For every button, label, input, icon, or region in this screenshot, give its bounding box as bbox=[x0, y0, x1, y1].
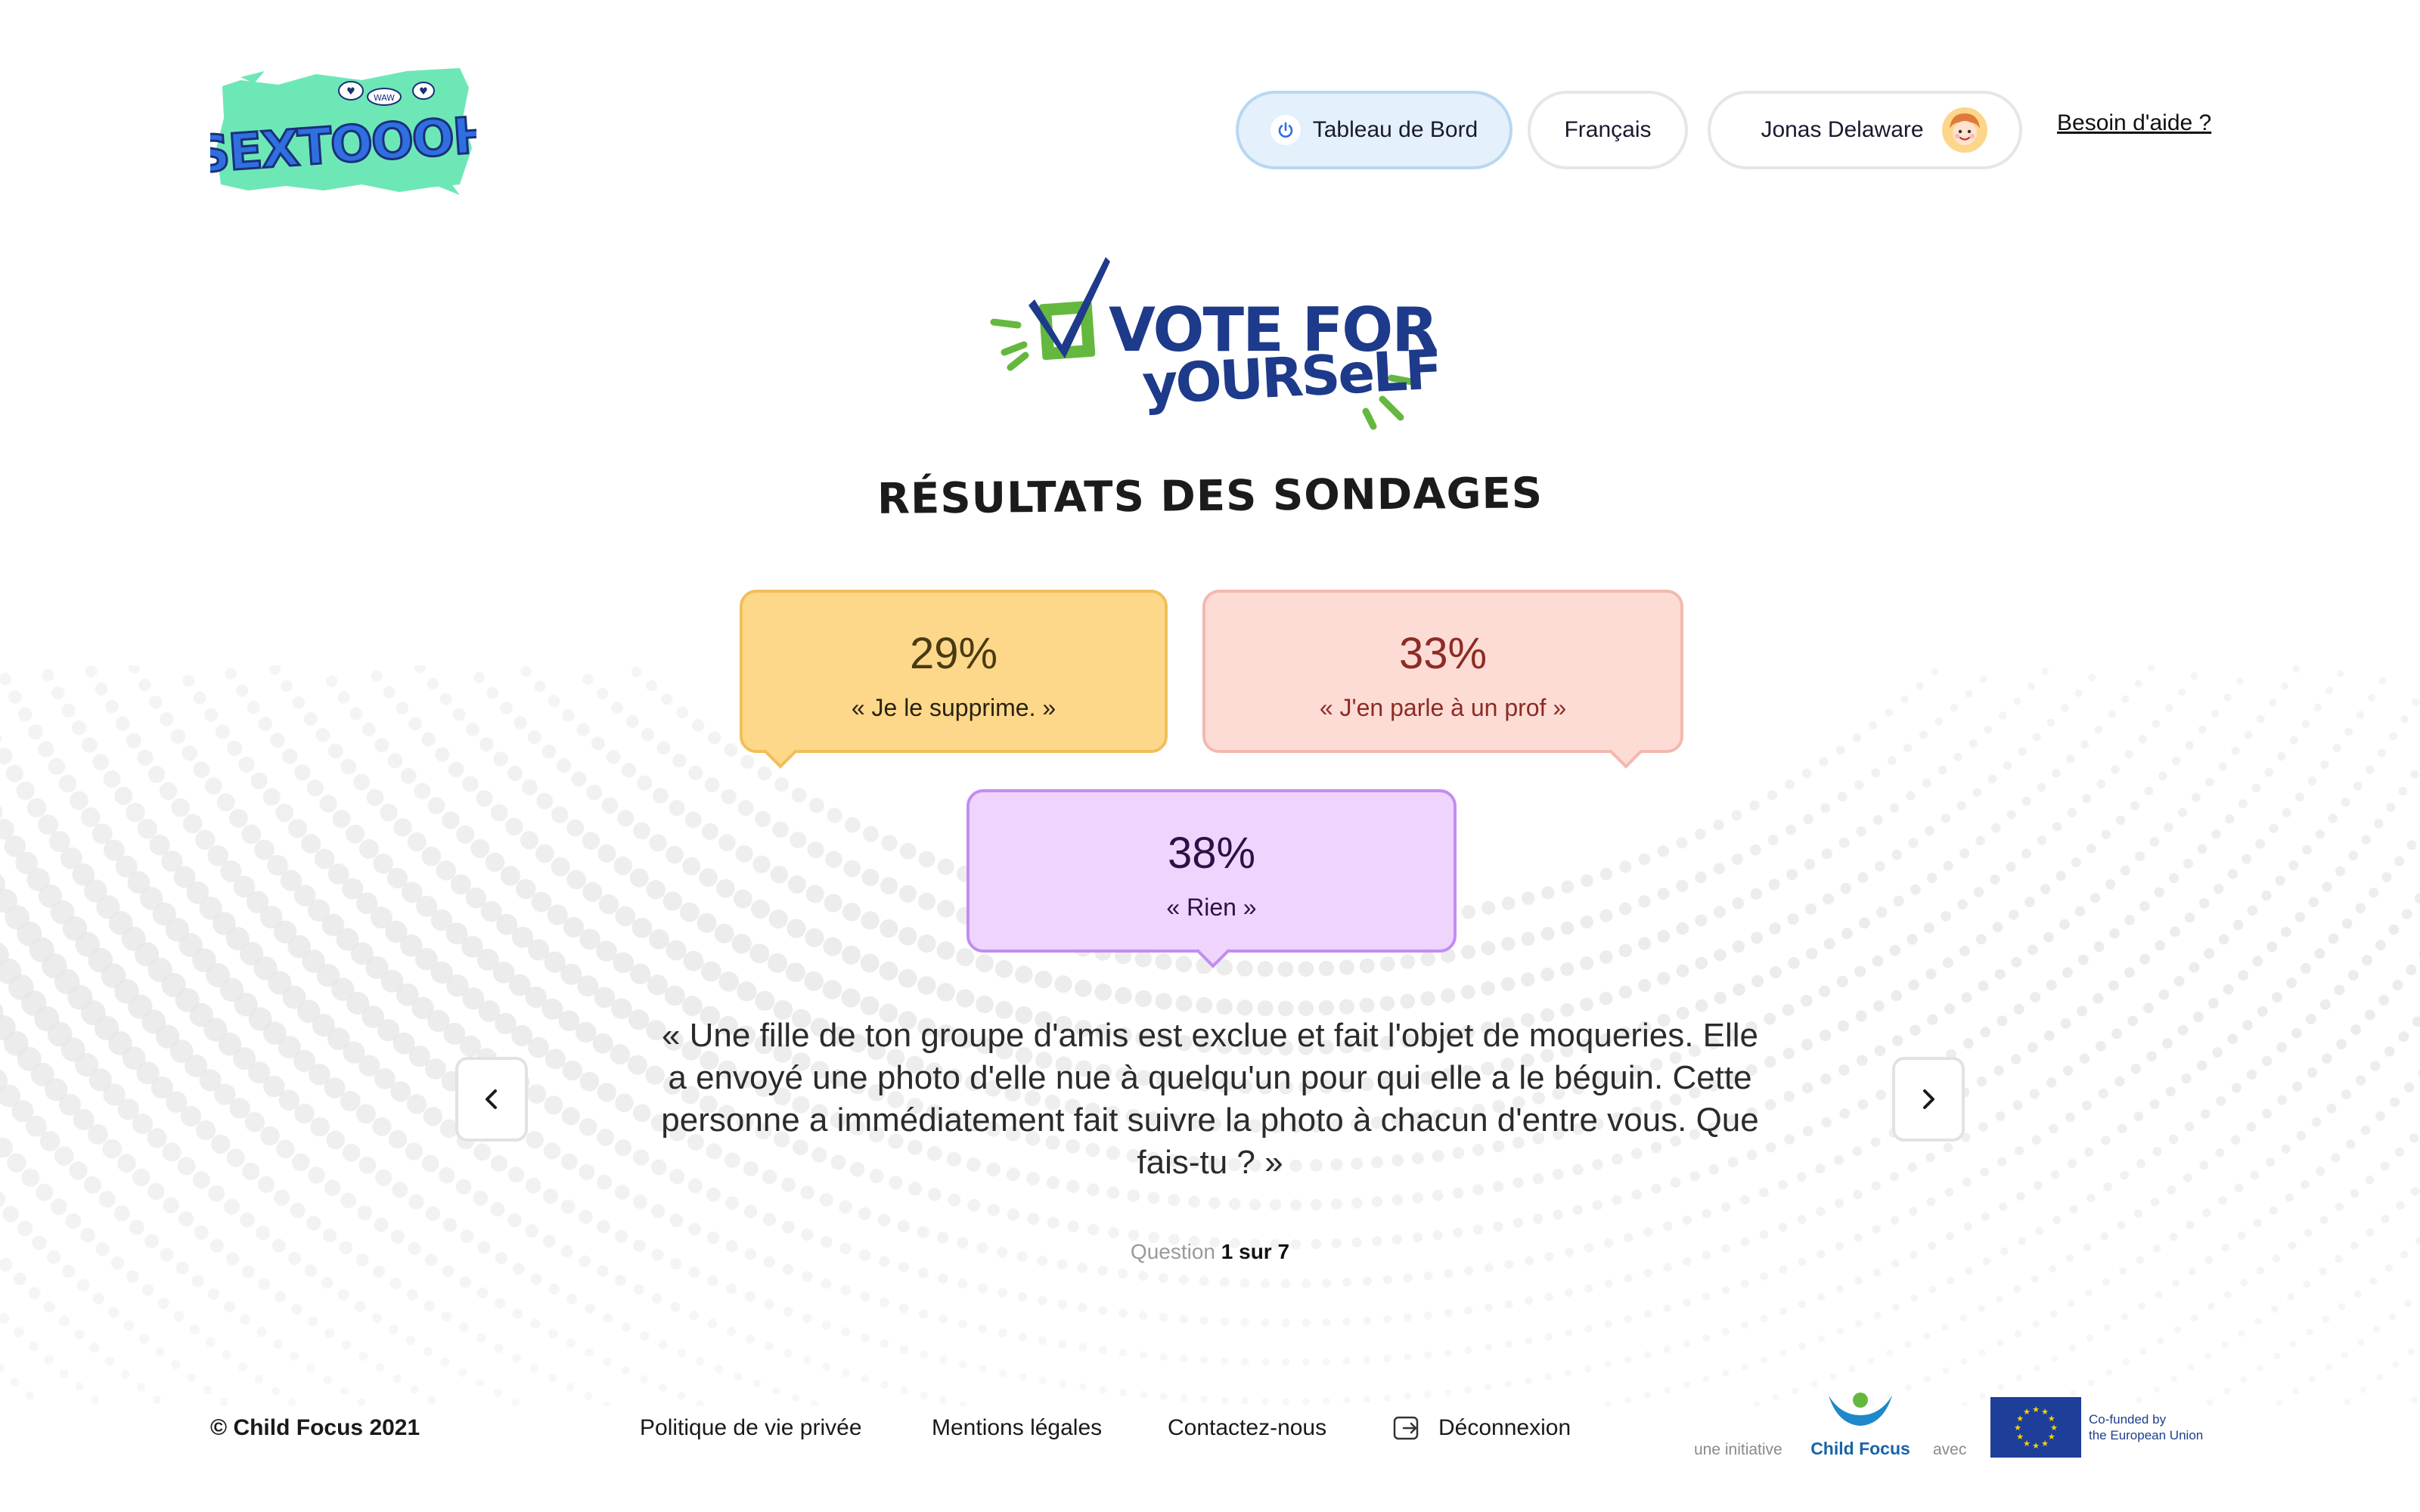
logo-bubble-heart-2: ♥ bbox=[419, 86, 428, 98]
copyright: © Child Focus 2021 bbox=[210, 1415, 420, 1440]
avec-label: avec bbox=[1933, 1441, 1967, 1458]
logo-bubble-waw: WAW bbox=[374, 93, 395, 103]
svg-text:★: ★ bbox=[2032, 1405, 2040, 1414]
svg-text:★: ★ bbox=[2032, 1442, 2040, 1451]
svg-text:★: ★ bbox=[2023, 1408, 2031, 1417]
svg-text:★: ★ bbox=[2023, 1439, 2031, 1448]
contact-link[interactable]: Contactez-nous bbox=[1168, 1415, 1326, 1441]
question-counter-label: Question bbox=[1130, 1240, 1215, 1263]
result-answer-2: « J'en parle à un prof » bbox=[1319, 694, 1567, 721]
child-focus-name: Child Focus bbox=[1810, 1439, 1910, 1458]
svg-text:★: ★ bbox=[2016, 1433, 2024, 1442]
result-answer-3: « Rien » bbox=[1166, 894, 1257, 921]
svg-text:★: ★ bbox=[2048, 1433, 2055, 1442]
eu-line-2: the European Union bbox=[2089, 1428, 2204, 1442]
chevron-left-icon bbox=[486, 1089, 497, 1109]
language-selector[interactable]: Français bbox=[1528, 91, 1688, 169]
question-counter-value: 1 sur 7 bbox=[1221, 1240, 1290, 1263]
language-label: Français bbox=[1564, 117, 1652, 142]
svg-text:★: ★ bbox=[2050, 1424, 2058, 1433]
result-percent-2: 33% bbox=[1398, 629, 1488, 678]
user-name: Jonas Delaware bbox=[1761, 117, 1924, 142]
question-text: « Une fille de ton groupe d'amis est exc… bbox=[661, 1017, 1759, 1181]
result-bubble-1: 29% « Je le supprime. » bbox=[740, 590, 1168, 769]
result-answer-1: « Je le supprime. » bbox=[851, 694, 1056, 721]
user-menu-button[interactable]: Jonas Delaware bbox=[1708, 91, 2022, 169]
child-focus-figure-icon bbox=[1829, 1393, 1892, 1426]
result-percent-1: 29% bbox=[909, 629, 998, 678]
previous-question-button[interactable] bbox=[455, 1057, 528, 1142]
svg-text:★: ★ bbox=[2048, 1414, 2055, 1424]
svg-text:★: ★ bbox=[2014, 1424, 2021, 1433]
logo-bubble-heart-1: ♥ bbox=[346, 86, 355, 98]
result-bubble-2: 33% « J'en parle à un prof » bbox=[1202, 590, 1683, 769]
dashboard-label: Tableau de Bord bbox=[1312, 117, 1478, 142]
chevron-right-icon bbox=[1923, 1089, 1934, 1109]
results-title: RÉSULTATS DES SONDAGES bbox=[876, 469, 1544, 524]
result-percent-3: 38% bbox=[1167, 829, 1256, 878]
eu-cofunded-logo[interactable]: ★ ★ ★ ★ ★ ★ ★ ★ ★ ★ ★ ★ Co-funded by the European U… bbox=[1990, 1397, 2210, 1458]
logout-link[interactable]: Déconnexion bbox=[1393, 1415, 1571, 1441]
question-counter: Question 1 sur 7 bbox=[0, 1240, 2420, 1264]
eu-cofunded-text: Co-funded by the European Union bbox=[2089, 1411, 2203, 1443]
svg-text:★: ★ bbox=[2041, 1439, 2049, 1448]
logout-label: Déconnexion bbox=[1438, 1415, 1571, 1440]
eu-flag-icon: ★★★★★★★★★ ★ ★★ bbox=[1990, 1397, 2081, 1458]
logout-icon bbox=[1393, 1416, 1419, 1440]
sextoooh-logo[interactable]: SEXTOOOH ♥ WAW ♥ bbox=[210, 57, 476, 198]
power-icon bbox=[1270, 115, 1301, 145]
child-focus-logo[interactable]: Child Focus bbox=[1807, 1385, 1913, 1458]
avatar-icon bbox=[1941, 107, 1987, 153]
eu-line-1: Co-funded by bbox=[2089, 1412, 2167, 1427]
page: SEXTOOOH ♥ WAW ♥ Tableau de Bord Françai… bbox=[0, 0, 2420, 1512]
help-link[interactable]: Besoin d'aide ? bbox=[2057, 110, 2211, 136]
privacy-policy-link[interactable]: Politique de vie privée bbox=[640, 1415, 862, 1441]
dashboard-button[interactable]: Tableau de Bord bbox=[1236, 91, 1512, 169]
vote-for-yourself-logo: VOTE FOR yOURSeLF bbox=[990, 257, 1438, 430]
legal-notice-link[interactable]: Mentions légales bbox=[932, 1415, 1102, 1441]
initiative-label: une initiative bbox=[1694, 1441, 1782, 1458]
result-bubble-3: 38% « Rien » bbox=[966, 789, 1457, 968]
next-question-button[interactable] bbox=[1892, 1057, 1965, 1142]
